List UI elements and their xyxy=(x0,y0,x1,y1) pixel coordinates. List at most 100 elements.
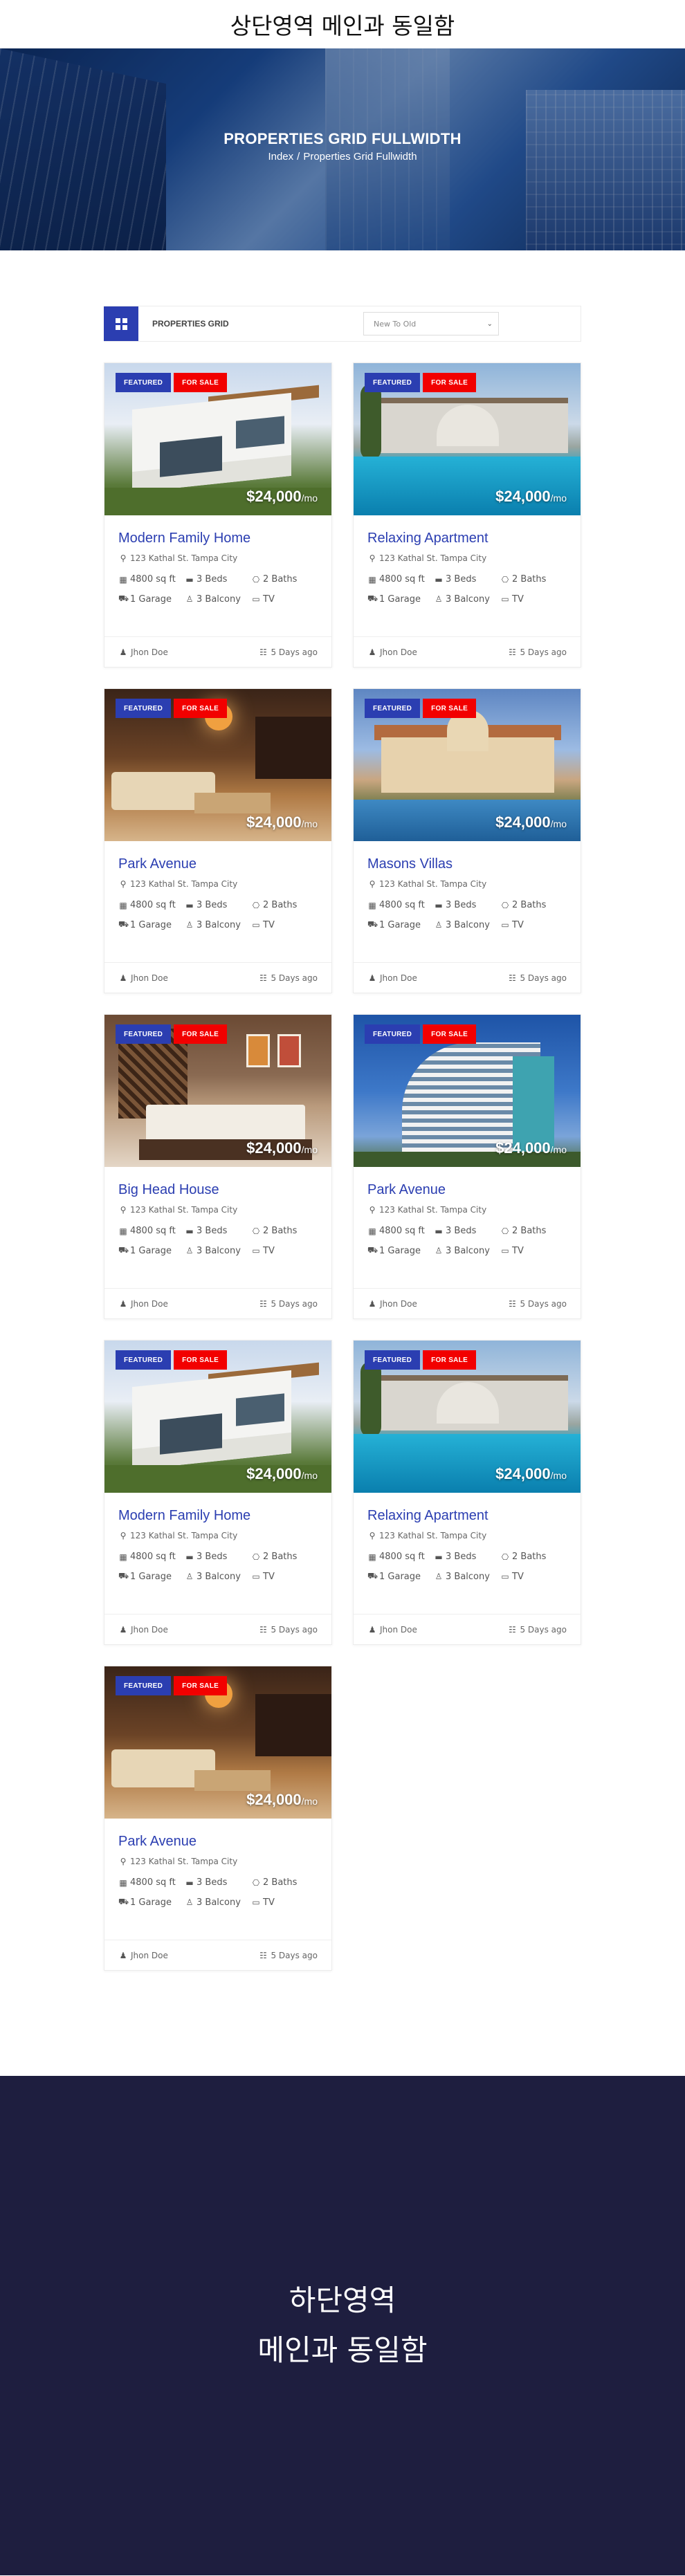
agent-info[interactable]: ♟ Jhon Doe xyxy=(367,647,417,657)
features-row-2: ⛟ 1 Garage ♙ 3 Balcony ▭ TV xyxy=(367,1571,567,1582)
property-photo[interactable]: FEATURED FOR SALE $24,000/mo xyxy=(354,363,581,515)
features-row-2: ⛟ 1 Garage ♙ 3 Balcony ▭ TV xyxy=(118,1571,318,1582)
area-icon: ▦ xyxy=(119,1877,127,1888)
posted-date: 5 Days ago xyxy=(520,647,567,657)
property-title-link[interactable]: Modern Family Home xyxy=(118,1508,318,1524)
sort-order-value: New To Old xyxy=(374,319,417,329)
garage-value: 1 Garage xyxy=(379,1245,421,1256)
agent-info[interactable]: ♟ Jhon Doe xyxy=(367,973,417,983)
baths-value: 2 Baths xyxy=(263,1552,298,1562)
garage-value: 1 Garage xyxy=(130,594,172,605)
badges: FEATURED FOR SALE xyxy=(365,1024,477,1044)
image-detail xyxy=(255,717,331,779)
for-sale-badge: FOR SALE xyxy=(174,1350,228,1370)
balcony-feature: ♙ 3 Balcony xyxy=(434,919,500,930)
property-title-link[interactable]: Park Avenue xyxy=(118,856,318,872)
agent-info[interactable]: ♟ Jhon Doe xyxy=(118,1299,168,1309)
baths-value: 2 Baths xyxy=(512,900,547,910)
garage-feature: ⛟ 1 Garage xyxy=(367,1571,434,1582)
garage-feature: ⛟ 1 Garage xyxy=(118,594,185,605)
bath-icon: ⎔ xyxy=(252,1877,260,1888)
map-marker-icon: ⚲ xyxy=(369,1531,376,1540)
posted-date: 5 Days ago xyxy=(520,1625,567,1635)
tv-icon: ▭ xyxy=(501,594,509,604)
posted-info: ☷ 5 Days ago xyxy=(507,647,567,657)
balcony-value: 3 Balcony xyxy=(197,1897,241,1908)
agent-info[interactable]: ♟ Jhon Doe xyxy=(118,647,168,657)
property-details: Park Avenue ⚲ 123 Kathal St. Tampa City ▦… xyxy=(104,841,331,962)
balcony-icon: ♙ xyxy=(185,1897,194,1907)
user-icon: ♟ xyxy=(368,1625,376,1635)
sort-order-select[interactable]: New To Old ⌄ xyxy=(363,312,499,335)
balcony-icon: ♙ xyxy=(185,594,194,604)
property-title-link[interactable]: Park Avenue xyxy=(367,1182,567,1198)
agent-info[interactable]: ♟ Jhon Doe xyxy=(367,1299,417,1309)
area-value: 4800 sq ft xyxy=(379,1226,425,1236)
property-photo[interactable]: FEATURED FOR SALE $24,000/mo xyxy=(104,363,331,515)
area-feature: ▦ 4800 sq ft xyxy=(367,1226,434,1236)
baths-feature: ⎔ 2 Baths xyxy=(251,900,298,910)
bed-icon: ▬ xyxy=(185,1552,194,1562)
property-title-link[interactable]: Park Avenue xyxy=(118,1834,318,1850)
garage-value: 1 Garage xyxy=(130,1571,172,1582)
car-icon: ⛟ xyxy=(118,1571,129,1581)
property-card[interactable]: FEATURED FOR SALE $24,000/mo Modern Fami… xyxy=(104,1340,332,1645)
property-photo[interactable]: FEATURED FOR SALE $24,000/mo xyxy=(354,1341,581,1493)
agent-info[interactable]: ♟ Jhon Doe xyxy=(367,1625,417,1635)
property-title-link[interactable]: Masons Villas xyxy=(367,856,567,872)
balcony-value: 3 Balcony xyxy=(197,1245,241,1256)
property-card[interactable]: FEATURED FOR SALE $24,000/mo Relaxing Ap… xyxy=(353,362,581,668)
agent-info[interactable]: ♟ Jhon Doe xyxy=(118,973,168,983)
price-unit: /mo xyxy=(301,1796,318,1807)
agent-info[interactable]: ♟ Jhon Doe xyxy=(118,1625,168,1635)
property-photo[interactable]: FEATURED FOR SALE $24,000/mo xyxy=(104,1341,331,1493)
area-feature: ▦ 4800 sq ft xyxy=(118,1552,185,1562)
property-card[interactable]: FEATURED FOR SALE $24,000/mo Modern Fami… xyxy=(104,362,332,668)
price-amount: $24,000 xyxy=(246,1139,302,1157)
calendar-icon: ☷ xyxy=(509,1625,516,1635)
address-text: 123 Kathal St. Tampa City xyxy=(130,1205,238,1215)
balcony-feature: ♙ 3 Balcony xyxy=(185,919,251,930)
property-card[interactable]: FEATURED FOR SALE $24,000/mo Big Head Ho… xyxy=(104,1014,332,1319)
balcony-value: 3 Balcony xyxy=(197,919,241,930)
property-card[interactable]: FEATURED FOR SALE $24,000/mo Park Avenue… xyxy=(353,1014,581,1319)
property-title-link[interactable]: Relaxing Apartment xyxy=(367,1508,567,1524)
property-title-link[interactable]: Relaxing Apartment xyxy=(367,531,567,546)
beds-value: 3 Beds xyxy=(446,1552,477,1562)
property-grid: FEATURED FOR SALE $24,000/mo Modern Fami… xyxy=(104,362,581,1971)
for-sale-badge: FOR SALE xyxy=(423,373,477,392)
area-feature: ▦ 4800 sq ft xyxy=(118,1877,185,1888)
property-photo[interactable]: FEATURED FOR SALE $24,000/mo xyxy=(104,1666,331,1819)
property-photo[interactable]: FEATURED FOR SALE $24,000/mo xyxy=(104,1015,331,1167)
calendar-icon: ☷ xyxy=(259,1951,267,1960)
property-price: $24,000/mo xyxy=(246,488,318,506)
posted-date: 5 Days ago xyxy=(271,973,318,983)
hero-text: PROPERTIES GRID FULLWIDTH Index / Properti… xyxy=(0,130,685,163)
address-text: 123 Kathal St. Tampa City xyxy=(379,1205,487,1215)
user-icon: ♟ xyxy=(119,1299,127,1309)
beds-value: 3 Beds xyxy=(446,574,477,585)
property-photo[interactable]: FEATURED FOR SALE $24,000/mo xyxy=(104,689,331,841)
property-photo[interactable]: FEATURED FOR SALE $24,000/mo xyxy=(354,689,581,841)
for-sale-badge: FOR SALE xyxy=(174,699,228,718)
map-marker-icon: ⚲ xyxy=(369,1205,376,1215)
property-card[interactable]: FEATURED FOR SALE $24,000/mo Park Avenue… xyxy=(104,688,332,993)
features-row-2: ⛟ 1 Garage ♙ 3 Balcony ▭ TV xyxy=(367,594,567,605)
agent-info[interactable]: ♟ Jhon Doe xyxy=(118,1951,168,1960)
grid-view-button[interactable] xyxy=(104,306,138,341)
property-title-link[interactable]: Big Head House xyxy=(118,1182,318,1198)
property-card[interactable]: FEATURED FOR SALE $24,000/mo Park Avenue… xyxy=(104,1666,332,1971)
property-address: ⚲ 123 Kathal St. Tampa City xyxy=(118,1205,318,1215)
featured-badge: FEATURED xyxy=(116,699,172,718)
property-title-link[interactable]: Modern Family Home xyxy=(118,531,318,546)
tv-value: TV xyxy=(263,919,275,930)
property-card[interactable]: FEATURED FOR SALE $24,000/mo Masons Vill… xyxy=(353,688,581,993)
property-card[interactable]: FEATURED FOR SALE $24,000/mo Relaxing Ap… xyxy=(353,1340,581,1645)
balcony-value: 3 Balcony xyxy=(446,1571,490,1582)
beds-value: 3 Beds xyxy=(197,1226,228,1236)
balcony-value: 3 Balcony xyxy=(446,919,490,930)
property-price: $24,000/mo xyxy=(495,488,567,506)
balcony-value: 3 Balcony xyxy=(197,1571,241,1582)
breadcrumb-home-link[interactable]: Index xyxy=(268,151,293,163)
property-photo[interactable]: FEATURED FOR SALE $24,000/mo xyxy=(354,1015,581,1167)
